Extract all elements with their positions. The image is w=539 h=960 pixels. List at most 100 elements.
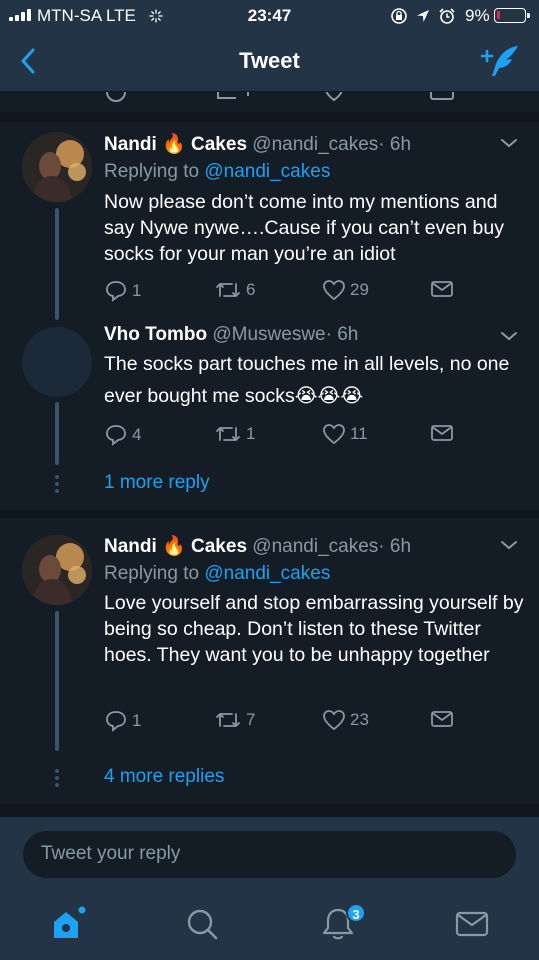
chevron-down-icon[interactable] xyxy=(498,329,520,343)
section-divider xyxy=(0,804,539,816)
avatar[interactable] xyxy=(22,327,92,397)
retweet-icon xyxy=(216,427,240,441)
retweet-button[interactable]: 6 xyxy=(214,279,255,301)
fire-emoji: 🔥 xyxy=(162,134,186,155)
display-name[interactable]: Nandi xyxy=(104,134,157,155)
section-divider xyxy=(0,112,539,122)
like-count: 29 xyxy=(350,280,369,299)
replying-to-label: Replying to xyxy=(104,563,200,584)
more-replies-dots xyxy=(55,769,59,790)
retweet-count: 6 xyxy=(246,280,256,299)
retweet-button[interactable]: 7 xyxy=(214,709,255,731)
envelope-icon xyxy=(431,281,453,297)
thread-line xyxy=(55,402,59,465)
chevron-down-icon[interactable] xyxy=(498,538,520,552)
tab-bar xyxy=(0,886,539,960)
direct-message-button[interactable] xyxy=(430,279,454,299)
page-title: Tweet xyxy=(239,48,300,73)
retweet-button[interactable]: 1 xyxy=(214,423,255,445)
reply-icon xyxy=(106,425,126,446)
like-count: 11 xyxy=(350,424,368,443)
more-replies-link[interactable]: 1 more reply xyxy=(104,472,210,494)
fire-emoji: 🔥 xyxy=(162,536,186,557)
direct-message-button[interactable] xyxy=(430,423,454,443)
tweet-text: The socks part touches me in all levels,… xyxy=(104,353,510,407)
envelope-icon xyxy=(431,425,453,441)
tweet-header: Nandi 🔥 Cakes @nandi_cakes· 6h xyxy=(104,534,411,558)
reply-count: 4 xyxy=(132,425,142,444)
reply-input[interactable]: Tweet your reply xyxy=(23,831,516,878)
retweet-icon xyxy=(216,713,240,727)
reply-icon xyxy=(106,281,126,302)
display-name-suffix[interactable]: Cakes xyxy=(191,134,247,155)
orientation-lock-icon xyxy=(391,8,407,24)
previous-tweet-actions xyxy=(0,92,539,112)
tweet-time: · 6h xyxy=(378,536,412,557)
compose-tweet-icon[interactable] xyxy=(478,42,522,82)
heart-icon xyxy=(323,280,345,301)
envelope-icon xyxy=(431,711,453,727)
nav-bar: Tweet xyxy=(0,32,539,92)
location-arrow-icon xyxy=(417,10,429,22)
reply-count: 1 xyxy=(132,711,142,730)
user-handle[interactable]: @nandi_cakes xyxy=(252,536,378,557)
direct-message-button[interactable] xyxy=(430,709,454,729)
retweet-icon xyxy=(216,283,240,297)
thread-line xyxy=(55,611,59,751)
more-replies-dots xyxy=(55,475,59,496)
tweet-text: Love yourself and stop embarrassing your… xyxy=(104,592,524,666)
chevron-down-icon[interactable] xyxy=(498,136,520,150)
reply-tweet[interactable]: Vho Tombo @Musweswe· 6h The socks part t… xyxy=(0,317,539,512)
like-button[interactable]: 11 xyxy=(322,423,368,445)
home-icon[interactable] xyxy=(48,904,88,944)
notification-badge: 3 xyxy=(346,903,366,923)
reply-composer: Tweet your reply xyxy=(0,816,539,886)
heart-icon xyxy=(323,424,345,445)
reply-tweet[interactable]: Nandi 🔥 Cakes @nandi_cakes· 6h Replying … xyxy=(0,122,539,320)
replying-to-handle[interactable]: @nandi_cakes xyxy=(204,161,330,182)
messages-icon[interactable] xyxy=(452,904,492,944)
tweet-text: Now please don’t come into my mentions a… xyxy=(104,191,504,265)
more-replies-link[interactable]: 4 more replies xyxy=(104,766,224,788)
reply-icon xyxy=(106,711,126,732)
like-button[interactable]: 23 xyxy=(322,709,369,731)
reply-button[interactable]: 1 xyxy=(104,709,141,733)
status-bar: MTN-SA LTE 23:47 9% xyxy=(0,0,539,32)
retweet-count: 7 xyxy=(246,710,256,729)
replying-to-label: Replying to xyxy=(104,161,200,182)
replying-to-handle[interactable]: @nandi_cakes xyxy=(204,563,330,584)
reply-placeholder: Tweet your reply xyxy=(41,843,181,864)
retweet-count: 1 xyxy=(246,424,256,443)
avatar[interactable] xyxy=(22,132,92,202)
clock: 23:47 xyxy=(247,6,292,25)
reply-tweet[interactable]: Nandi 🔥 Cakes @nandi_cakes· 6h Replying … xyxy=(0,518,539,808)
display-name-suffix[interactable]: Cakes xyxy=(191,536,247,557)
user-handle[interactable]: @Musweswe xyxy=(212,324,325,345)
replying-to: Replying to @nandi_cakes xyxy=(104,563,330,585)
conversation-feed: Nandi 🔥 Cakes @nandi_cakes· 6h Replying … xyxy=(0,92,539,816)
reply-count: 1 xyxy=(132,281,142,300)
section-divider xyxy=(0,510,539,518)
heart-icon xyxy=(323,710,345,731)
tweet-actions: 1 6 29 xyxy=(104,279,464,305)
user-handle[interactable]: @nandi_cakes xyxy=(252,134,378,155)
display-name[interactable]: Nandi xyxy=(104,536,157,557)
battery-icon xyxy=(494,8,530,23)
replying-to: Replying to @nandi_cakes xyxy=(104,161,330,183)
tweet-actions: 1 7 23 xyxy=(104,709,464,735)
battery-percent: 9% xyxy=(465,6,490,25)
like-count: 23 xyxy=(350,710,369,729)
like-button[interactable]: 29 xyxy=(322,279,369,301)
tweet-time: · 6h xyxy=(325,324,359,345)
tweet-header: Nandi 🔥 Cakes @nandi_cakes· 6h xyxy=(104,132,411,156)
alarm-icon xyxy=(439,8,455,24)
search-icon[interactable] xyxy=(182,904,222,944)
reply-button[interactable]: 1 xyxy=(104,279,141,303)
display-name[interactable]: Vho Tombo xyxy=(104,324,207,345)
avatar[interactable] xyxy=(22,535,92,605)
tweet-header: Vho Tombo @Musweswe· 6h xyxy=(104,324,358,346)
tweet-actions: 4 1 11 xyxy=(104,423,464,449)
thread-line xyxy=(55,208,59,320)
tweet-time: · 6h xyxy=(378,134,412,155)
reply-button[interactable]: 4 xyxy=(104,423,141,447)
